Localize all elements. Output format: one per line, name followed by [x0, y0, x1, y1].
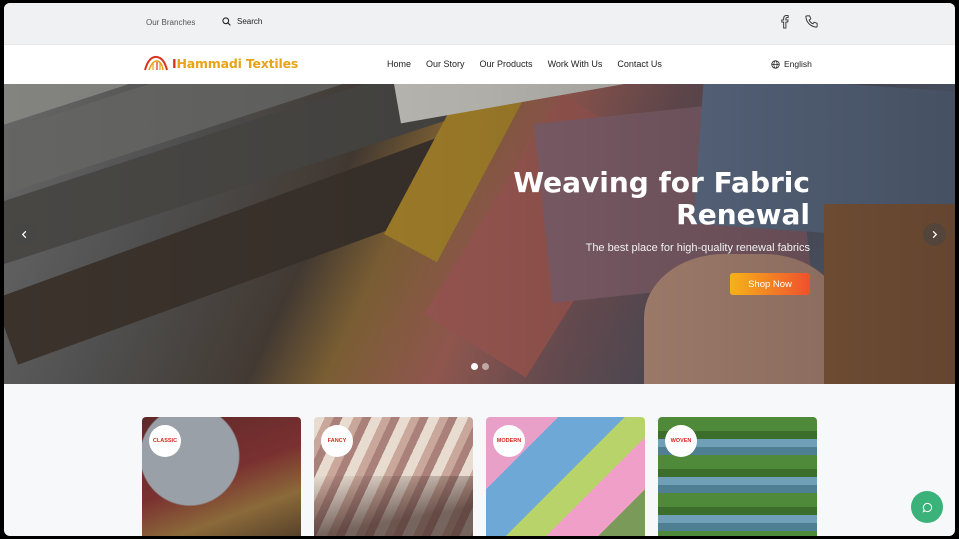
category-cards: CLASSIC FANCY MODERN WOVEN [142, 417, 817, 536]
globe-icon [771, 59, 780, 69]
main-navbar: IHammadi Textiles Home Our Story Our Pro… [4, 44, 955, 84]
chat-button[interactable] [911, 491, 943, 523]
carousel-prev-button[interactable] [13, 223, 36, 246]
browser-viewport: Our Branches Search IHammadi Textiles Ho… [4, 3, 955, 536]
category-card-fancy[interactable]: FANCY [314, 417, 473, 536]
category-badge: FANCY [321, 425, 353, 457]
search-icon [222, 17, 231, 26]
hero-subtitle: The best place for high-quality renewal … [585, 242, 810, 254]
hero-carousel: Weaving for Fabric Renewal The best plac… [4, 84, 955, 384]
nav-item-contact-us[interactable]: Contact Us [617, 59, 662, 69]
category-card-modern[interactable]: MODERN [486, 417, 645, 536]
carousel-indicators [471, 363, 489, 370]
loom-logo-icon [144, 55, 168, 71]
chevron-right-icon [932, 230, 938, 239]
language-selector[interactable]: English [771, 59, 812, 69]
facebook-icon[interactable] [777, 14, 792, 29]
nav-item-work-with-us[interactable]: Work With Us [548, 59, 603, 69]
phone-icon[interactable] [804, 14, 819, 29]
social-links [777, 14, 819, 29]
carousel-next-button[interactable] [923, 223, 946, 246]
nav-menu: Home Our Story Our Products Work With Us… [387, 59, 677, 69]
search-button[interactable]: Search [222, 17, 262, 26]
category-badge: WOVEN [665, 425, 697, 457]
top-bar: Our Branches Search [4, 3, 955, 44]
brand-logo[interactable]: IHammadi Textiles [143, 54, 298, 72]
search-label: Search [237, 17, 263, 26]
category-card-classic[interactable]: CLASSIC [142, 417, 301, 536]
our-branches-link[interactable]: Our Branches [146, 18, 195, 27]
category-badge: CLASSIC [149, 425, 181, 457]
chevron-left-icon [21, 230, 27, 239]
category-card-woven[interactable]: WOVEN [658, 417, 817, 536]
carousel-dot-1[interactable] [471, 363, 478, 370]
hero-fabric-image [4, 84, 955, 384]
category-badge: MODERN [493, 425, 525, 457]
chat-bubble-icon [921, 502, 932, 513]
nav-item-our-story[interactable]: Our Story [426, 59, 465, 69]
shop-now-button[interactable]: Shop Now [730, 273, 810, 295]
nav-item-home[interactable]: Home [387, 59, 411, 69]
nav-item-our-products[interactable]: Our Products [480, 59, 533, 69]
carousel-dot-2[interactable] [482, 363, 489, 370]
hero-title: Weaving for Fabric Renewal [513, 166, 810, 231]
brand-name: IHammadi Textiles [172, 55, 299, 71]
language-label: English [784, 59, 812, 69]
